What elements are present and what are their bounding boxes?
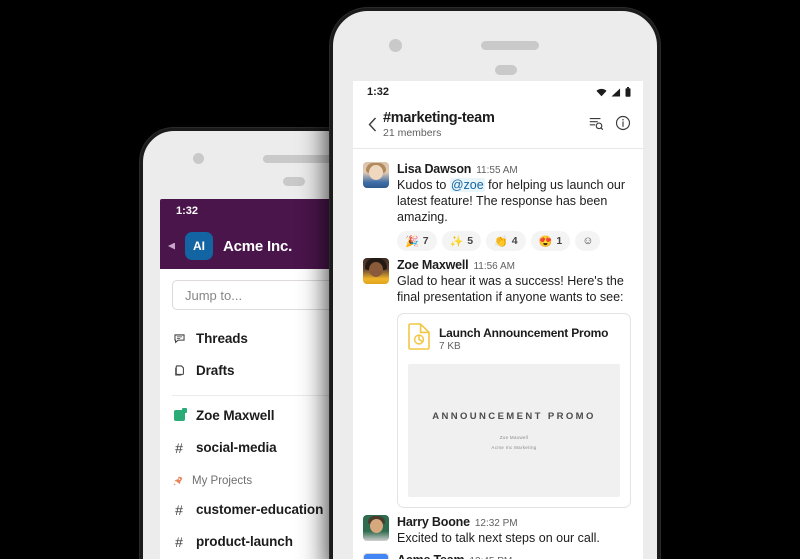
message-timestamp: 11:55 AM [476, 165, 518, 176]
sparkles-reaction[interactable]: ✨ 5 [441, 231, 482, 251]
message-author[interactable]: Zoe Maxwell [397, 258, 469, 272]
sidebar-item-drafts-label: Drafts [196, 363, 235, 378]
lisa-dawson-avatar[interactable] [363, 162, 389, 188]
hash-icon: # [175, 439, 183, 456]
file-size: 7 KB [439, 341, 461, 352]
hash-icon: # [175, 533, 183, 550]
message-timestamp: 12:32 PM [474, 518, 518, 529]
message-item: Lisa Dawson 11:55 AM Kudos to @zoe for h… [353, 155, 643, 251]
slide-preview-org: Acme Inc Marketing [491, 445, 537, 450]
earpiece-speaker [263, 155, 333, 163]
reaction-emoji: 👏 [494, 235, 508, 248]
message-author[interactable]: Lisa Dawson [397, 162, 471, 176]
reaction-emoji: 😍 [538, 235, 553, 248]
channel-name: #marketing-team [383, 110, 588, 126]
reaction-count: 1 [556, 235, 563, 247]
reaction-count: 7 [422, 235, 429, 247]
message-header: Harry Boone 12:32 PM [397, 515, 631, 529]
drafts-icon [172, 364, 186, 377]
channel-header: #marketing-team 21 members [353, 103, 643, 149]
message-item: Zoe Maxwell 11:56 AM Glad to hear it was… [353, 251, 643, 508]
slide-preview-title: ANNOUNCEMENT PROMO [432, 411, 596, 422]
party-popper-reaction[interactable]: 🎉 7 [397, 231, 437, 251]
message-item: 31 Acme Team 12:45 PM Event starting in … [353, 546, 643, 559]
search-messages-icon[interactable] [588, 115, 604, 136]
presence-active-icon [172, 408, 187, 421]
message-text: Excited to talk next steps on our call. [397, 531, 600, 545]
message-timestamp: 11:56 AM [473, 261, 515, 272]
message-list: Lisa Dawson 11:55 AM Kudos to @zoe for h… [353, 149, 643, 559]
left-status-time: 1:32 [176, 205, 199, 217]
hash-icon: # [383, 110, 391, 126]
wifi-icon [596, 88, 607, 96]
front-camera-icon [389, 39, 402, 52]
proximity-sensor [495, 65, 517, 75]
message-header: Zoe Maxwell 11:56 AM [397, 258, 631, 272]
message-header: Acme Team 12:45 PM [397, 553, 631, 559]
channel-title-block[interactable]: #marketing-team 21 members [383, 109, 588, 139]
channel-member-count: 21 members [383, 127, 442, 139]
reaction-count: 4 [511, 235, 518, 247]
heart-eyes-reaction[interactable]: 😍 1 [530, 231, 571, 251]
message-text: Kudos to @zoe for helping us launch our … [397, 177, 631, 225]
proximity-sensor [283, 177, 305, 186]
clap-reaction[interactable]: 👏 4 [486, 231, 526, 251]
workspace-avatar[interactable]: AI [185, 232, 213, 260]
chevron-left-icon[interactable] [361, 109, 383, 139]
user-mention[interactable]: @zoe [449, 178, 485, 192]
message-text-part: Kudos to [397, 178, 450, 192]
channel-name-text: marketing-team [390, 110, 495, 126]
sidebar-item-threads-label: Threads [196, 331, 248, 346]
battery-icon [625, 87, 631, 97]
message-header: Lisa Dawson 11:55 AM [397, 162, 631, 176]
right-status-time: 1:32 [367, 86, 390, 98]
rocket-icon [172, 475, 184, 487]
file-attachment-card[interactable]: Launch Announcement Promo 7 KB ANNOUNCEM… [397, 313, 631, 508]
front-camera-icon [193, 153, 204, 164]
file-name: Launch Announcement Promo [439, 326, 609, 340]
status-icon-group [596, 87, 631, 97]
slide-preview-author: Zoe Maxwell [499, 435, 529, 440]
sidebar-item-product-launch-label: product-launch [196, 534, 293, 549]
left-phone-device: 1:32 AI Acme Inc. Jump to... Threads Dra… [140, 128, 380, 559]
channel-actions [588, 109, 631, 136]
hash-icon: # [175, 501, 183, 518]
sidebar-section-my-projects-label: My Projects [192, 475, 253, 487]
right-phone-screen: 1:32 #marketing-team 21 members Lisa Daw… [353, 81, 643, 559]
right-phone-device: 1:32 #marketing-team 21 members Lisa Daw… [330, 8, 660, 559]
slides-file-icon [408, 323, 430, 355]
sidebar-item-customer-education-label: customer-education [196, 502, 324, 517]
message-author[interactable]: Harry Boone [397, 515, 470, 529]
zoe-maxwell-avatar[interactable] [363, 258, 389, 284]
sidebar-item-social-media-label: social-media [196, 440, 277, 455]
workspace-name: Acme Inc. [223, 237, 293, 255]
reaction-emoji: 🎉 [405, 235, 419, 248]
file-preview-thumbnail[interactable]: ANNOUNCEMENT PROMO Zoe Maxwell Acme Inc … [408, 364, 620, 497]
file-meta: Launch Announcement Promo 7 KB [439, 326, 608, 352]
reaction-emoji: ✨ [449, 235, 464, 248]
menu-chevron-icon[interactable] [168, 242, 175, 250]
message-item: Harry Boone 12:32 PM Excited to talk nex… [353, 508, 643, 546]
screenshot-stage: 1:32 AI Acme Inc. Jump to... Threads Dra… [0, 0, 800, 559]
acme-team-calendar-avatar[interactable]: 31 [363, 553, 389, 559]
sidebar-item-zoe-maxwell-label: Zoe Maxwell [196, 408, 275, 423]
signal-icon [611, 87, 621, 97]
harry-boone-avatar[interactable] [363, 515, 389, 541]
right-status-bar: 1:32 [353, 81, 643, 103]
earpiece-speaker [481, 41, 539, 50]
reaction-count: 5 [467, 235, 474, 247]
add-reaction-glyph: ☺ [582, 235, 594, 247]
add-reaction-icon[interactable]: ☺ [575, 231, 601, 251]
message-author[interactable]: Acme Team [397, 553, 465, 559]
channel-info-icon[interactable] [615, 115, 631, 136]
reaction-bar: 🎉 7 ✨ 5 👏 4 😍 1 ☺ [397, 231, 631, 251]
threads-icon [172, 332, 186, 345]
message-text: Glad to hear it was a success! Here's th… [397, 274, 624, 304]
